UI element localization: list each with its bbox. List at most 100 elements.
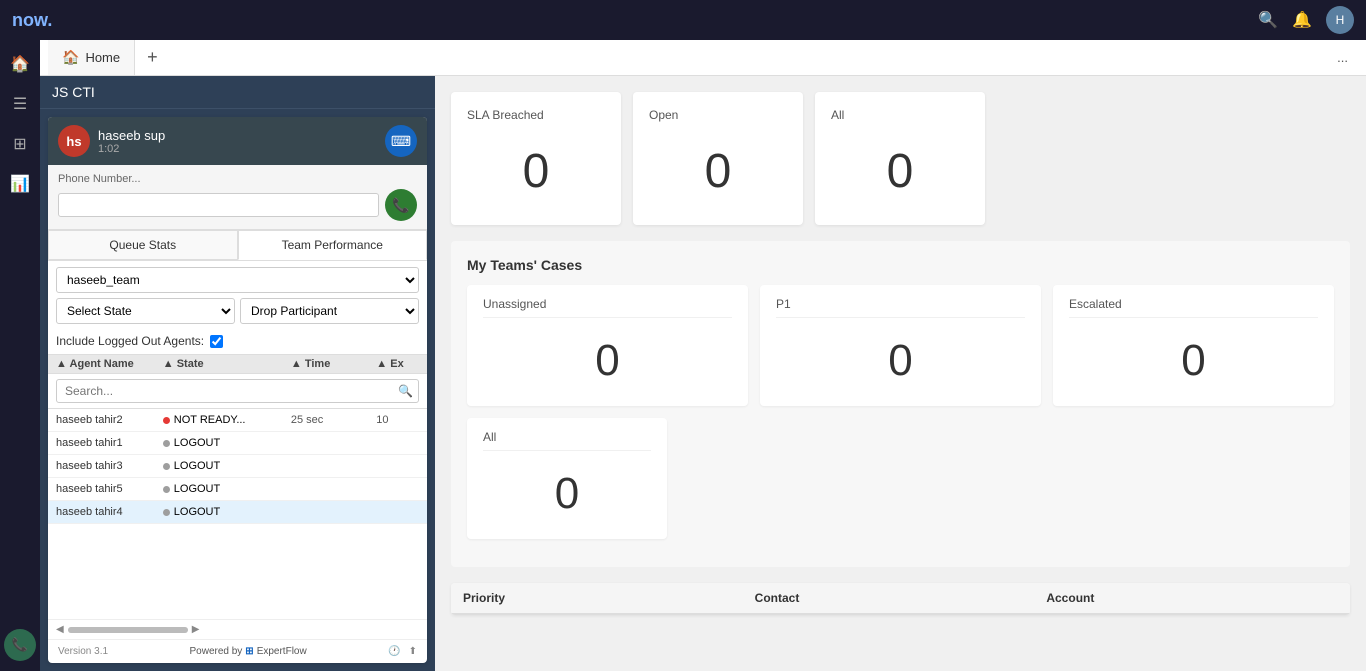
- agent-list: haseeb tahir2 NOT READY... 25 sec 10 has…: [48, 409, 427, 524]
- agent-state: LOGOUT: [163, 506, 291, 518]
- cti-phone-label: Phone Number...: [58, 173, 417, 185]
- cti-selects: haseeb_team Select State Drop Participan…: [48, 261, 427, 330]
- include-logged-out-checkbox[interactable]: [210, 335, 223, 348]
- cti-tab-queue-stats[interactable]: Queue Stats: [48, 230, 238, 260]
- right-content: SLA Breached 0 Open 0 All 0 My Teams' Ca…: [435, 76, 1366, 671]
- col-contact: Contact: [755, 591, 1047, 605]
- p1-label: P1: [776, 297, 1025, 318]
- cti-team-select[interactable]: haseeb_team: [56, 267, 419, 293]
- teams-cards-row: Unassigned 0 P1 0 Escalated 0: [467, 285, 1334, 406]
- cti-th-ex: ▲ Ex: [376, 358, 419, 370]
- table-row[interactable]: haseeb tahir2 NOT READY... 25 sec 10: [48, 409, 427, 432]
- avatar-initials: H: [1336, 13, 1345, 27]
- top-nav: now. 🔍 🔔 H: [0, 0, 1366, 40]
- col-account: Account: [1046, 591, 1338, 605]
- agent-state: LOGOUT: [163, 483, 291, 495]
- search-icon[interactable]: 🔍: [1258, 10, 1278, 30]
- cti-dial-button[interactable]: ⌨: [385, 125, 417, 157]
- bell-icon[interactable]: 🔔: [1292, 10, 1312, 30]
- agent-state: NOT READY...: [163, 414, 291, 426]
- logo: now.: [12, 10, 52, 31]
- search-icon: 🔍: [398, 384, 413, 398]
- cti-state-select[interactable]: Select State: [56, 298, 235, 324]
- sidebar-icon-menu[interactable]: ☰: [4, 88, 36, 120]
- cti-avatar-initials: hs: [66, 134, 81, 149]
- scroll-left-icon[interactable]: ◀: [56, 624, 64, 635]
- teams-all-card: All 0: [467, 418, 667, 539]
- status-dot-red: [163, 417, 170, 424]
- status-dot-gray: [163, 463, 170, 470]
- cti-selects-row: Select State Drop Participant: [56, 298, 419, 324]
- cti-th-time: ▲ Time: [291, 358, 376, 370]
- sla-card-label: SLA Breached: [467, 108, 605, 122]
- escalated-card: Escalated 0: [1053, 285, 1334, 406]
- main-area: JS CTI hs haseeb sup 1:02 ⌨ Phone Number…: [40, 76, 1366, 671]
- cti-agent-avatar: hs: [58, 125, 90, 157]
- agent-search-input[interactable]: [56, 379, 419, 403]
- scrollbar-track: [68, 627, 188, 633]
- p1-value: 0: [776, 328, 1025, 394]
- agent-state: LOGOUT: [163, 460, 291, 472]
- table-header: Priority Contact Account: [451, 583, 1350, 615]
- cti-include-label: Include Logged Out Agents:: [56, 334, 204, 348]
- teams-all-label: All: [483, 430, 651, 451]
- cti-participant-select[interactable]: Drop Participant: [240, 298, 419, 324]
- cti-footer: Version 3.1 Powered by ⊞ ExpertFlow 🕐 ⬆: [48, 639, 427, 663]
- teams-all-value: 0: [483, 461, 651, 527]
- open-card: Open 0: [633, 92, 803, 225]
- sla-breached-card: SLA Breached 0: [451, 92, 621, 225]
- cti-th-agent-name: ▲ Agent Name: [56, 358, 163, 370]
- tab-home[interactable]: 🏠 Home: [48, 40, 135, 75]
- sidebar-phone-button[interactable]: 📞: [4, 629, 36, 661]
- phone-number-input[interactable]: [58, 193, 379, 217]
- agent-name: haseeb tahir1: [56, 437, 163, 449]
- unassigned-label: Unassigned: [483, 297, 732, 318]
- clock-icon[interactable]: 🕐: [388, 646, 400, 657]
- col-priority: Priority: [463, 591, 755, 605]
- cti-checkbox-row: Include Logged Out Agents:: [48, 330, 427, 354]
- left-sidebar: 🏠 ☰ ⊞ 📊 📞: [0, 40, 40, 671]
- sort-icon: ▲: [56, 358, 70, 370]
- cti-title: JS CTI: [40, 76, 435, 109]
- sidebar-icon-chart[interactable]: 📊: [4, 168, 36, 200]
- sidebar-icon-layers[interactable]: ⊞: [4, 128, 36, 160]
- agent-name: haseeb tahir2: [56, 414, 163, 426]
- cti-table-header: ▲ Agent Name ▲ State ▲ Time ▲ Ex: [48, 354, 427, 374]
- unassigned-value: 0: [483, 328, 732, 394]
- sidebar-icon-home[interactable]: 🏠: [4, 48, 36, 80]
- expand-icon[interactable]: ⬆: [409, 646, 417, 657]
- cti-call-button[interactable]: 📞: [385, 189, 417, 221]
- expert-flow-branding: Powered by ⊞ ExpertFlow: [189, 646, 306, 657]
- agent-ex: 10: [376, 414, 419, 426]
- cti-th-state: ▲ State: [163, 358, 291, 370]
- cti-tab-team-performance[interactable]: Team Performance: [238, 230, 428, 260]
- open-card-label: Open: [649, 108, 787, 122]
- all-card-label: All: [831, 108, 969, 122]
- tab-more-button[interactable]: ...: [1327, 50, 1358, 65]
- teams-section: My Teams' Cases Unassigned 0 P1 0 Escala…: [451, 241, 1350, 567]
- tab-bar: 🏠 Home + ...: [40, 40, 1366, 76]
- cti-tabs: Queue Stats Team Performance: [48, 230, 427, 261]
- table-row[interactable]: haseeb tahir5 LOGOUT: [48, 478, 427, 501]
- expert-flow-name: ExpertFlow: [257, 646, 307, 657]
- cti-footer-icons: 🕐 ⬆: [388, 646, 417, 657]
- tab-add-button[interactable]: +: [135, 47, 170, 68]
- agent-name: haseeb tahir4: [56, 506, 163, 518]
- table-row[interactable]: haseeb tahir4 LOGOUT: [48, 501, 427, 524]
- cti-scrollbar[interactable]: ◀ ▶: [48, 619, 427, 639]
- tab-home-label: Home: [85, 50, 120, 65]
- agent-name: haseeb tahir5: [56, 483, 163, 495]
- cti-agent-bar: hs haseeb sup 1:02 ⌨: [48, 117, 427, 165]
- sort-icon-state: ▲: [163, 358, 177, 370]
- cti-search-row: 🔍: [48, 374, 427, 409]
- table-row[interactable]: haseeb tahir3 LOGOUT: [48, 455, 427, 478]
- scrollbar-thumb: [68, 627, 188, 633]
- p1-card: P1 0: [760, 285, 1041, 406]
- avatar[interactable]: H: [1326, 6, 1354, 34]
- agent-time: 25 sec: [291, 414, 376, 426]
- status-dot-gray: [163, 486, 170, 493]
- sort-icon-time: ▲: [291, 358, 305, 370]
- scroll-right-icon[interactable]: ▶: [192, 624, 200, 635]
- status-dot-gray: [163, 509, 170, 516]
- table-row[interactable]: haseeb tahir1 LOGOUT: [48, 432, 427, 455]
